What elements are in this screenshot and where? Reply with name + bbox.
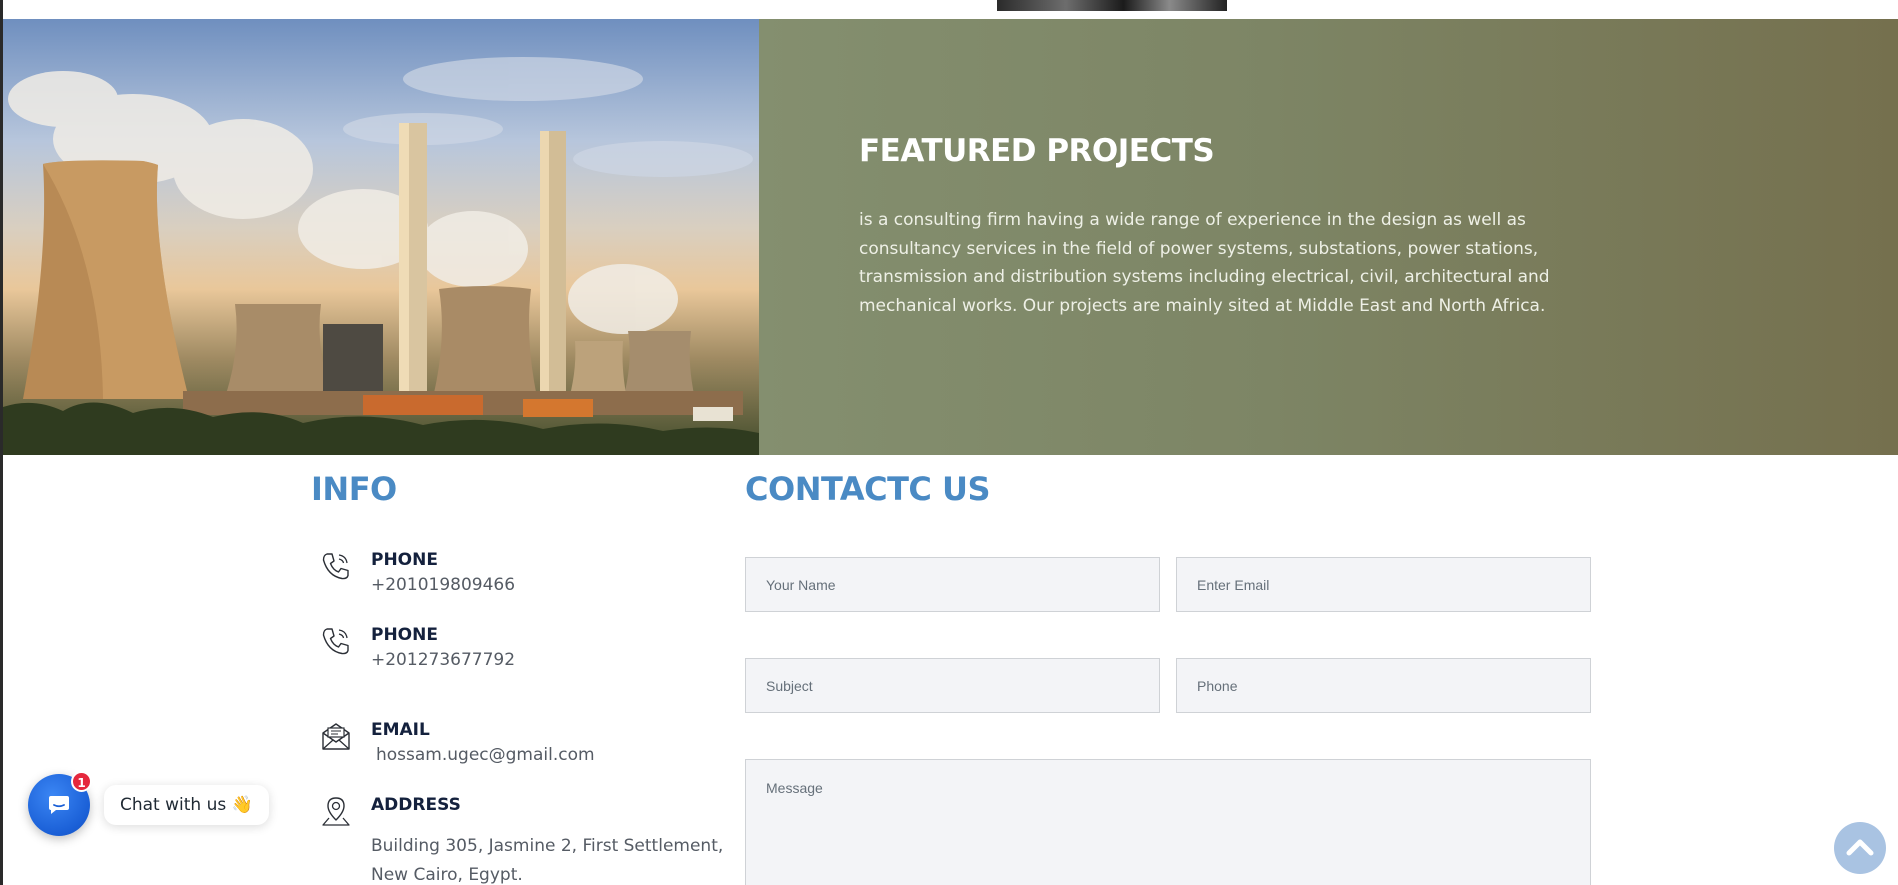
chat-bubble-icon: [49, 796, 69, 814]
featured-projects-panel: FEATURED PROJECTS is a consulting firm h…: [759, 19, 1898, 455]
window-edge: [0, 0, 3, 885]
chat-unread-badge: 1: [71, 771, 92, 792]
info-label-email: EMAIL: [371, 720, 430, 740]
info-label-phone: PHONE: [371, 550, 438, 570]
info-value-address-line2: New Cairo, Egypt.: [371, 865, 523, 885]
chevron-up-icon: [1846, 839, 1874, 856]
chat-with-us-label[interactable]: Chat with us 👋: [104, 785, 269, 825]
phone-input[interactable]: [1176, 658, 1591, 713]
previous-section-strip: [0, 0, 1898, 19]
info-label-address: ADDRESS: [371, 795, 461, 815]
name-input[interactable]: [745, 557, 1160, 612]
info-value-phone-2[interactable]: +201273677792: [371, 650, 515, 670]
email-input[interactable]: [1176, 557, 1591, 612]
power-plant-illustration: [3, 57, 759, 455]
info-value-phone-1[interactable]: +201019809466: [371, 575, 515, 595]
featured-projects-description: is a consulting firm having a wide range…: [859, 210, 1550, 316]
featured-projects-title: FEATURED PROJECTS: [859, 133, 1215, 169]
power-plant-photo: [3, 19, 759, 455]
phone-icon: [322, 553, 349, 580]
scroll-to-top-button[interactable]: [1834, 822, 1886, 874]
previous-section-image: [997, 0, 1227, 11]
phone-icon: [322, 628, 349, 655]
info-value-email[interactable]: hossam.ugec@gmail.com: [376, 745, 595, 765]
subject-input[interactable]: [745, 658, 1160, 713]
message-textarea[interactable]: [745, 759, 1591, 885]
map-pin-icon: [322, 797, 350, 826]
featured-projects-section: FEATURED PROJECTS is a consulting firm h…: [3, 19, 1898, 455]
info-label-phone: PHONE: [371, 625, 438, 645]
envelope-icon: [322, 723, 350, 750]
info-value-address-line1: Building 305, Jasmine 2, First Settlemen…: [371, 836, 724, 856]
info-heading: INFO: [311, 470, 397, 508]
contact-us-heading: CONTACTC US: [745, 470, 991, 508]
